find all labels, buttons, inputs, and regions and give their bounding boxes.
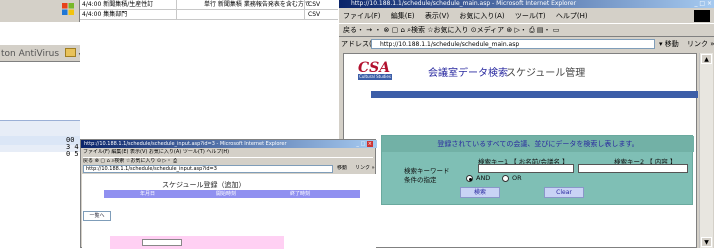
window-titlebar[interactable]: http://10.188.1.1/schedule/schedule_inpu… xyxy=(81,140,377,148)
background-list-row: 4/4:00 新聞集積/生産性訂 単行 新聞集積 業務報告発表を含む方で CSV xyxy=(80,0,380,10)
header-bar: 年月日 開始時刻 終了時刻 xyxy=(104,190,360,198)
menu-item-help[interactable]: ヘルプ(H) xyxy=(556,12,588,20)
page-subtitle[interactable]: スケジュール管理 xyxy=(506,64,585,79)
menu-bar: ファイル(F) 編集(E) 表示(V) お気に入り(A) ツール(T) ヘルプ(… xyxy=(339,9,714,23)
vertical-scrollbar[interactable]: ▲ ▼ xyxy=(699,53,713,248)
page-title: 会議室データ検索 xyxy=(428,68,508,79)
ie-throbber-icon xyxy=(694,10,710,22)
keyword-input-2[interactable] xyxy=(578,164,688,173)
close-icon[interactable]: × xyxy=(366,141,373,147)
antivirus-toolbar[interactable]: ton AntiVirus ▾ xyxy=(0,44,80,62)
list-cell: 単行 新聞集積 業務報告発表を含む方で xyxy=(204,1,310,8)
csa-logo[interactable]: CSA Cultural Studies Assoc. xyxy=(358,60,392,85)
form-row xyxy=(110,236,284,249)
address-input[interactable]: http://10.188.1.1/schedule/schedule_inpu… xyxy=(83,165,333,173)
chevron-down-icon[interactable]: ▾ xyxy=(79,51,80,58)
search-panel: 登録されているすべての会議、並びにデータを検索し表します。 検索キー1 【 お名… xyxy=(381,135,694,205)
close-icon[interactable]: × xyxy=(707,0,712,7)
scroll-down-icon[interactable]: ▼ xyxy=(701,237,712,247)
toolbar[interactable]: 戻る ⊗ ▢ ⌂ ⌕検索 ☆お気に入り ⊙ ▷・ ⎙ xyxy=(83,157,373,165)
form-input[interactable] xyxy=(142,239,182,246)
toolbar-buttons[interactable]: 戻る・ → ・ ⊗ ▢ ⌂ ⌕検索 ☆お気に入り ⊙メディア ⊛ ▷・ ⎙ ▤・… xyxy=(339,26,559,34)
header-divider xyxy=(371,91,698,98)
page-heading: スケジュール登録（追加） xyxy=(162,181,246,189)
keyword-input-1[interactable] xyxy=(478,164,574,173)
browser-window-main: http://10.188.1.1/schedule/schedule_main… xyxy=(338,0,714,248)
page-content: スケジュール登録（追加） 年月日 開始時刻 終了時刻 一覧へ xyxy=(82,174,376,249)
menu-item-view[interactable]: 表示(V) xyxy=(425,12,449,20)
back-to-list-button[interactable]: 一覧へ xyxy=(83,211,111,221)
browser-window-small: http://10.188.1.1/schedule/schedule_inpu… xyxy=(80,139,377,249)
maximize-icon[interactable]: □ xyxy=(699,0,705,7)
antivirus-label: ton AntiVirus xyxy=(1,49,60,59)
clear-button[interactable]: Clear xyxy=(544,187,584,198)
list-cell: CSV xyxy=(308,1,321,8)
radio-and[interactable] xyxy=(466,175,473,182)
bar-item-start: 開始時刻 xyxy=(216,191,237,197)
menu-item-favorites[interactable]: お気に入り(A) xyxy=(459,12,504,20)
radio-or-label: OR xyxy=(512,174,522,182)
go-label: 移動 xyxy=(664,40,679,48)
menu-item-tools[interactable]: ツール(T) xyxy=(515,12,546,20)
minimize-icon[interactable]: _ xyxy=(694,0,697,7)
background-list-row: 4/4:00 集集部門 CSV xyxy=(80,10,380,20)
window-controls: _ □ × xyxy=(356,141,373,147)
window-titlebar[interactable]: http://10.188.1.1/schedule/schedule_main… xyxy=(339,0,714,8)
menu-item-edit[interactable]: 編集(E) xyxy=(391,12,415,20)
menu-item-file[interactable]: ファイル(F) xyxy=(343,12,381,20)
antivirus-folder-icon[interactable] xyxy=(64,48,76,57)
list-cell: 4/4:00 新聞集積/生産性訂 xyxy=(82,1,154,8)
logo-subtext: Cultural Studies Assoc. xyxy=(358,74,392,85)
scroll-up-icon[interactable]: ▲ xyxy=(701,54,712,64)
list-cell: 4/4:00 集集部門 xyxy=(82,11,128,18)
address-value: http://10.188.1.1/schedule/schedule_inpu… xyxy=(86,166,217,172)
window-title: http://10.188.1.1/schedule/schedule_inpu… xyxy=(84,141,287,147)
radio-or[interactable] xyxy=(502,175,509,182)
bar-item-end: 終了時刻 xyxy=(290,191,311,197)
radio-and-label: AND xyxy=(476,174,491,182)
maximize-icon[interactable]: □ xyxy=(360,141,365,147)
calendar-number: 0 5 xyxy=(66,150,79,158)
window-title: http://10.188.1.1/schedule/schedule_main… xyxy=(351,0,577,7)
links-button[interactable]: リンク » xyxy=(687,37,714,51)
address-bar: アドレス(D) http://10.188.1.1/schedule/sched… xyxy=(339,37,714,51)
go-button[interactable]: 移動 xyxy=(337,165,347,172)
links-button[interactable]: リンク » xyxy=(355,165,375,172)
search-button[interactable]: 検索 xyxy=(460,187,500,198)
taskbar-strip xyxy=(0,0,80,22)
panel-heading: 登録されているすべての会議、並びにデータを検索し表します。 xyxy=(382,136,694,152)
window-controls: _ □ × xyxy=(694,1,712,7)
condition-label: 条件の指定 xyxy=(404,176,437,184)
address-input[interactable]: http://10.188.1.1/schedule/schedule_main… xyxy=(371,39,655,49)
windows-logo-icon[interactable] xyxy=(61,2,75,16)
minimize-icon[interactable]: _ xyxy=(356,141,359,147)
menu-bar[interactable]: ファイル(F) 編集(E) 表示(V) お気に入り(A) ツール(T) ヘルプ(… xyxy=(83,149,373,156)
background-calendar-numbers: 00 3 4 0 5 xyxy=(66,137,80,158)
page-content: CSA Cultural Studies Assoc. 会議室データ検索 スケジ… xyxy=(343,53,698,248)
address-value: http://10.188.1.1/schedule/schedule_main… xyxy=(380,41,520,48)
go-button[interactable]: ▾ 移動 xyxy=(659,37,679,51)
bar-item-date: 年月日 xyxy=(140,191,156,197)
list-cell: CSV xyxy=(308,11,321,18)
toolbar[interactable]: 戻る・ → ・ ⊗ ▢ ⌂ ⌕検索 ☆お気に入り ⊙メディア ⊛ ▷・ ⎙ ▤・… xyxy=(339,23,714,37)
